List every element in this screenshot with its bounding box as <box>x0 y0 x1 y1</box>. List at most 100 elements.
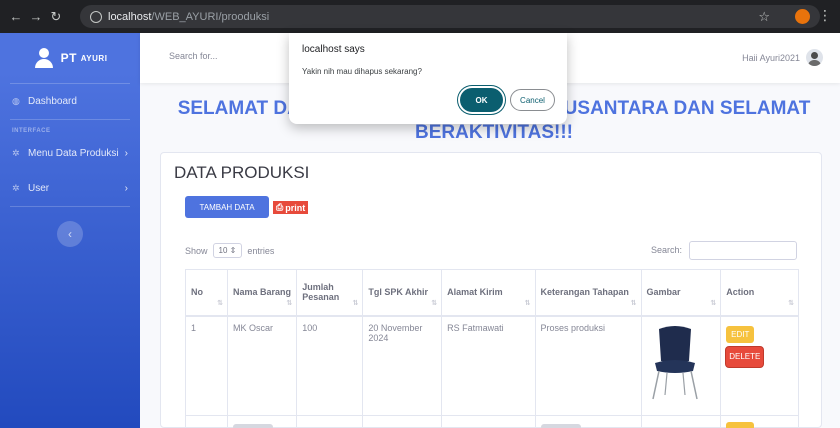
sidebar-item-dashboard[interactable]: ◍ Dashboard <box>0 84 140 119</box>
brand-name: AYURI <box>80 53 108 63</box>
header-label: Alamat Kirim <box>447 287 503 298</box>
entries-value: 10 <box>218 246 228 255</box>
url-host: localhost <box>108 10 152 23</box>
column-header-alamat-kirim[interactable]: Alamat Kirim ⇅ <box>441 269 536 317</box>
sidebar-item-label: Dashboard <box>28 96 77 107</box>
cell-no: 1 <box>185 315 228 416</box>
dashboard-icon: ◍ <box>12 96 20 106</box>
show-entries: Show 10 ⇕ entries <box>185 243 274 258</box>
browser-toolbar: ← → ↻ localhost/WEB_AYURI/prooduksi ☆ ⋮ <box>0 0 840 33</box>
print-icon: ⎙ <box>276 202 284 212</box>
sidebar-toggle-button[interactable]: ‹ <box>57 221 83 247</box>
column-header-tgl-spk-akhir[interactable]: Tgl SPK Akhir ⇅ <box>362 269 443 317</box>
avatar <box>806 49 823 66</box>
sort-icon: ⇅ <box>788 299 794 307</box>
user-greeting: Haii Ayuri2021 <box>742 52 800 63</box>
sidebar-divider <box>10 206 130 207</box>
confirm-dialog: localhost says Yakin nih mau dihapus sek… <box>289 33 567 124</box>
cell-partial <box>640 415 722 428</box>
menu-kebab-icon[interactable]: ⋮ <box>818 7 832 24</box>
edit-button[interactable] <box>726 422 755 428</box>
header-label: Nama Barang <box>232 287 292 298</box>
bookmark-star-icon[interactable]: ☆ <box>758 9 770 25</box>
sidebar-item-user[interactable]: ✲ User › <box>0 171 140 206</box>
column-header-no[interactable]: No ⇅ <box>185 269 228 317</box>
column-header-nama-barang[interactable]: Nama Barang ⇅ <box>226 269 298 317</box>
table-search-label: Search: <box>651 245 683 255</box>
table-row <box>185 415 799 428</box>
sort-icon: ⇅ <box>286 299 293 307</box>
cancel-button[interactable]: Cancel <box>510 89 555 111</box>
dialog-title: localhost says <box>302 44 365 55</box>
brand-prefix: PT <box>60 51 77 65</box>
column-header-gambar[interactable]: Gambar ⇅ <box>640 269 722 317</box>
back-icon[interactable]: ← <box>6 9 26 24</box>
entries-label: entries <box>247 245 275 256</box>
print-button[interactable]: ⎙ print <box>273 201 309 214</box>
sidebar-item-label: Menu Data Produksi <box>28 148 119 159</box>
ok-button[interactable]: OK <box>460 88 503 112</box>
produksi-table: No ⇅ Nama Barang ⇅ Jumlah Pesanan ⇅ Tgl SPK… <box>185 269 799 428</box>
cell-nama-barang: MK Oscar <box>226 315 298 416</box>
sidebar-item-menu-data-produksi[interactable]: ✲ Menu Data Produksi › <box>0 136 140 171</box>
site-info-icon[interactable] <box>90 10 102 23</box>
header-label: No <box>191 287 203 298</box>
cell-tgl-spk: 20 November 2024 <box>362 315 443 416</box>
print-label: print <box>285 202 306 213</box>
cell-action: EDIT DELETE <box>720 315 799 416</box>
sort-icon: ⇅ <box>352 299 359 307</box>
table-row: 1 MK Oscar 100 20 November 2024 RS Fatma… <box>185 315 799 416</box>
delete-button[interactable]: DELETE <box>726 346 764 367</box>
data-produksi-card: DATA PRODUKSI TAMBAH DATA ⎙ print Show 1… <box>160 152 822 428</box>
sidebar-brand[interactable]: PT AYURI <box>0 33 140 83</box>
dialog-message: Yakin nih mau dihapus sekarang? <box>302 67 422 76</box>
sort-icon: ⇅ <box>217 299 223 307</box>
reload-icon[interactable]: ↻ <box>46 9 66 25</box>
sort-icon: ⇅ <box>524 299 531 307</box>
cell-gambar <box>640 315 722 416</box>
cell-partial <box>296 415 364 428</box>
sort-icon: ⇅ <box>710 299 717 307</box>
sidebar-section-heading: INTERFACE <box>12 128 51 134</box>
forward-icon[interactable]: → <box>26 9 46 24</box>
add-data-button[interactable]: TAMBAH DATA <box>185 196 269 218</box>
search-input[interactable]: Search for... <box>169 51 218 61</box>
cell-partial <box>185 415 228 428</box>
partial-text <box>540 424 581 428</box>
cell-alamat: RS Fatmawati <box>441 315 536 416</box>
table-search-input[interactable] <box>689 241 797 260</box>
sort-icon: ⇅ <box>431 299 438 307</box>
chevron-right-icon: › <box>124 148 128 159</box>
cell-partial <box>362 415 443 428</box>
sort-icon: ⇅ <box>630 299 637 307</box>
column-header-action[interactable]: Action ⇅ <box>720 269 799 317</box>
table-header-row: No ⇅ Nama Barang ⇅ Jumlah Pesanan ⇅ Tgl SPK… <box>185 269 799 317</box>
chevron-right-icon: › <box>124 183 128 194</box>
edit-button[interactable]: EDIT <box>726 325 755 343</box>
sidebar: PT AYURI ◍ Dashboard INTERFACE ✲ Menu Da… <box>0 33 140 428</box>
cell-jumlah: 100 <box>296 315 364 416</box>
column-header-jumlah-pesanan[interactable]: Jumlah Pesanan ⇅ <box>296 269 364 317</box>
header-label: Gambar <box>646 287 681 298</box>
chevron-left-icon: ‹ <box>68 227 72 241</box>
show-label: Show <box>185 245 208 256</box>
user-logo-icon <box>33 48 55 68</box>
cell-partial <box>226 415 298 428</box>
header-label: Tgl SPK Akhir <box>368 287 429 298</box>
column-header-keterangan-tahapan[interactable]: Keterangan Tahapan ⇅ <box>534 269 642 317</box>
partial-text <box>232 424 273 428</box>
profile-avatar-icon[interactable] <box>795 9 810 24</box>
url-path: /WEB_AYURI/prooduksi <box>151 10 270 23</box>
header-label: Keterangan Tahapan <box>540 287 629 298</box>
address-bar[interactable]: localhost/WEB_AYURI/prooduksi <box>80 5 820 28</box>
user-menu[interactable]: Haii Ayuri2021 <box>742 49 823 66</box>
sidebar-item-label: User <box>28 183 50 194</box>
gear-icon: ✲ <box>12 183 20 193</box>
cell-partial <box>441 415 536 428</box>
header-label: Action <box>726 287 755 298</box>
cell-keterangan: Proses produksi <box>534 315 642 416</box>
cell-partial <box>534 415 642 428</box>
page-title: DATA PRODUKSI <box>174 163 310 182</box>
header-label: Jumlah Pesanan <box>302 282 340 303</box>
entries-select[interactable]: 10 ⇕ <box>212 243 243 258</box>
